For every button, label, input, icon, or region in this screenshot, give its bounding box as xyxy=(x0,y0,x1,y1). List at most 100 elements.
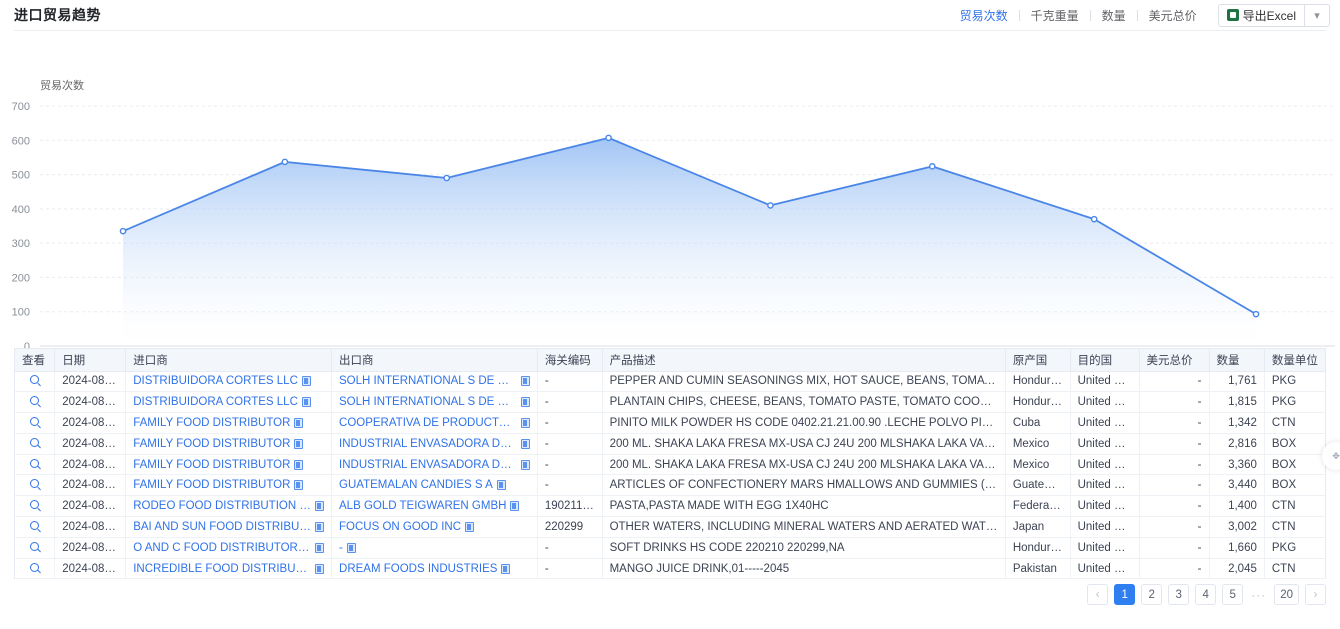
search-icon[interactable] xyxy=(30,500,39,509)
row-view-cell[interactable] xyxy=(15,392,55,413)
row-view-cell[interactable] xyxy=(15,496,55,517)
pagination-last-page[interactable]: 20 xyxy=(1274,584,1299,605)
search-icon[interactable] xyxy=(30,542,39,551)
copy-icon[interactable] xyxy=(294,460,303,470)
col-header-product[interactable]: 产品描述 xyxy=(602,349,1005,371)
tab-usd-total[interactable]: 美元总价 xyxy=(1138,7,1208,24)
row-view-cell[interactable] xyxy=(15,454,55,475)
export-dropdown-toggle[interactable]: ▾ xyxy=(1304,4,1330,27)
row-exporter-cell[interactable]: SOLH INTERNATIONAL S DE R L DE C... xyxy=(332,371,538,392)
pagination-page-1[interactable]: 1 xyxy=(1114,584,1135,605)
row-exporter-cell-link[interactable]: INDUSTRIAL ENVASADORA DE LACT... xyxy=(339,438,517,450)
table-row[interactable]: 2024-08-22FAMILY FOOD DISTRIBUTORGUATEMA… xyxy=(15,475,1325,496)
row-exporter-cell-link[interactable]: DREAM FOODS INDUSTRIES xyxy=(339,563,497,575)
search-icon[interactable] xyxy=(30,438,39,447)
copy-icon[interactable] xyxy=(521,460,530,470)
table-row[interactable]: 2024-08-23DISTRIBUIDORA CORTES LLCSOLH I… xyxy=(15,392,1325,413)
row-importer-cell[interactable]: O AND C FOOD DISTRIBUTOR LLC xyxy=(126,537,332,558)
table-row[interactable]: 2024-08-21O AND C FOOD DISTRIBUTOR LLC--… xyxy=(15,537,1325,558)
row-exporter-cell[interactable]: ALB GOLD TEIGWAREN GMBH xyxy=(332,496,538,517)
table-row[interactable]: 2024-08-22FAMILY FOOD DISTRIBUTORCOOPERA… xyxy=(15,413,1325,434)
row-importer-cell-link[interactable]: BAI AND SUN FOOD DISTRIBUTION I... xyxy=(133,521,311,533)
table-row[interactable]: 2024-08-21RODEO FOOD DISTRIBUTION INCALB… xyxy=(15,496,1325,517)
col-header-destination[interactable]: 目的国 xyxy=(1070,349,1139,371)
row-exporter-cell-link[interactable]: - xyxy=(339,542,343,554)
row-exporter-cell[interactable]: - xyxy=(332,537,538,558)
pagination-page-4[interactable]: 4 xyxy=(1195,584,1216,605)
row-view-cell[interactable] xyxy=(15,537,55,558)
row-exporter-cell[interactable]: GUATEMALAN CANDIES S A xyxy=(332,475,538,496)
copy-icon[interactable] xyxy=(521,397,530,407)
row-exporter-cell-link[interactable]: COOPERATIVA DE PRODUCTORES DE... xyxy=(339,417,517,429)
col-header-hscode[interactable]: 海关编码 xyxy=(537,349,602,371)
row-exporter-cell[interactable]: INDUSTRIAL ENVASADORA DE LACT... xyxy=(332,454,538,475)
copy-icon[interactable] xyxy=(315,522,324,532)
row-importer-cell[interactable]: BAI AND SUN FOOD DISTRIBUTION I... xyxy=(126,517,332,538)
copy-icon[interactable] xyxy=(315,501,324,511)
pagination-page-5[interactable]: 5 xyxy=(1222,584,1243,605)
row-exporter-cell-link[interactable]: INDUSTRIAL ENVASADORA DE LACT... xyxy=(339,459,517,471)
row-importer-cell-link[interactable]: DISTRIBUIDORA CORTES LLC xyxy=(133,375,298,387)
row-importer-cell[interactable]: RODEO FOOD DISTRIBUTION INC xyxy=(126,496,332,517)
copy-icon[interactable] xyxy=(294,418,303,428)
row-importer-cell[interactable]: FAMILY FOOD DISTRIBUTOR xyxy=(126,454,332,475)
copy-icon[interactable] xyxy=(294,480,303,490)
search-icon[interactable] xyxy=(30,563,39,572)
tab-quantity[interactable]: 数量 xyxy=(1091,7,1137,24)
copy-icon[interactable] xyxy=(315,543,324,553)
row-importer-cell-link[interactable]: FAMILY FOOD DISTRIBUTOR xyxy=(133,479,290,491)
row-exporter-cell-link[interactable]: ALB GOLD TEIGWAREN GMBH xyxy=(339,500,506,512)
table-row[interactable]: 2024-08-21INCREDIBLE FOOD DISTRIBUTION I… xyxy=(15,558,1325,579)
row-importer-cell-link[interactable]: DISTRIBUIDORA CORTES LLC xyxy=(133,396,298,408)
copy-icon[interactable] xyxy=(497,480,506,490)
col-header-unit[interactable]: 数量单位 xyxy=(1264,349,1325,371)
chart-data-point[interactable] xyxy=(606,135,611,140)
row-view-cell[interactable] xyxy=(15,558,55,579)
row-exporter-cell[interactable]: INDUSTRIAL ENVASADORA DE LACT... xyxy=(332,433,538,454)
copy-icon[interactable] xyxy=(294,439,303,449)
col-header-view[interactable]: 查看 xyxy=(15,349,55,371)
row-importer-cell[interactable]: FAMILY FOOD DISTRIBUTOR xyxy=(126,433,332,454)
row-importer-cell-link[interactable]: FAMILY FOOD DISTRIBUTOR xyxy=(133,459,290,471)
row-view-cell[interactable] xyxy=(15,413,55,434)
copy-icon[interactable] xyxy=(315,564,324,574)
row-exporter-cell[interactable]: SOLH INTERNATIONAL S DE R L DE C... xyxy=(332,392,538,413)
copy-icon[interactable] xyxy=(302,376,311,386)
search-icon[interactable] xyxy=(30,417,39,426)
col-header-quantity[interactable]: 数量 xyxy=(1209,349,1264,371)
row-importer-cell-link[interactable]: O AND C FOOD DISTRIBUTOR LLC xyxy=(133,542,311,554)
row-view-cell[interactable] xyxy=(15,517,55,538)
row-exporter-cell[interactable]: FOCUS ON GOOD INC xyxy=(332,517,538,538)
copy-icon[interactable] xyxy=(510,501,519,511)
chart-data-point[interactable] xyxy=(768,203,773,208)
pagination-page-3[interactable]: 3 xyxy=(1168,584,1189,605)
col-header-importer[interactable]: 进口商 xyxy=(126,349,332,371)
pagination-next-button[interactable]: › xyxy=(1305,584,1326,605)
row-exporter-cell-link[interactable]: GUATEMALAN CANDIES S A xyxy=(339,479,493,491)
search-icon[interactable] xyxy=(30,521,39,530)
row-exporter-cell-link[interactable]: SOLH INTERNATIONAL S DE R L DE C... xyxy=(339,396,517,408)
row-importer-cell-link[interactable]: RODEO FOOD DISTRIBUTION INC xyxy=(133,500,311,512)
copy-icon[interactable] xyxy=(521,418,530,428)
pagination-page-2[interactable]: 2 xyxy=(1141,584,1162,605)
col-header-exporter[interactable]: 出口商 xyxy=(332,349,538,371)
copy-icon[interactable] xyxy=(465,522,474,532)
row-importer-cell[interactable]: DISTRIBUIDORA CORTES LLC xyxy=(126,392,332,413)
copy-icon[interactable] xyxy=(521,439,530,449)
copy-icon[interactable] xyxy=(347,543,356,553)
row-exporter-cell-link[interactable]: SOLH INTERNATIONAL S DE R L DE C... xyxy=(339,375,517,387)
row-importer-cell-link[interactable]: FAMILY FOOD DISTRIBUTOR xyxy=(133,417,290,429)
row-view-cell[interactable] xyxy=(15,433,55,454)
copy-icon[interactable] xyxy=(501,564,510,574)
copy-icon[interactable] xyxy=(521,376,530,386)
table-row[interactable]: 2024-08-21BAI AND SUN FOOD DISTRIBUTION … xyxy=(15,517,1325,538)
chart-data-point[interactable] xyxy=(120,229,125,234)
row-importer-cell[interactable]: INCREDIBLE FOOD DISTRIBUTION INC xyxy=(126,558,332,579)
row-exporter-cell[interactable]: COOPERATIVA DE PRODUCTORES DE... xyxy=(332,413,538,434)
row-importer-cell-link[interactable]: INCREDIBLE FOOD DISTRIBUTION INC xyxy=(133,563,311,575)
row-importer-cell-link[interactable]: FAMILY FOOD DISTRIBUTOR xyxy=(133,438,290,450)
chart-data-point[interactable] xyxy=(930,164,935,169)
copy-icon[interactable] xyxy=(302,397,311,407)
row-importer-cell[interactable]: DISTRIBUIDORA CORTES LLC xyxy=(126,371,332,392)
chart-data-point[interactable] xyxy=(444,175,449,180)
